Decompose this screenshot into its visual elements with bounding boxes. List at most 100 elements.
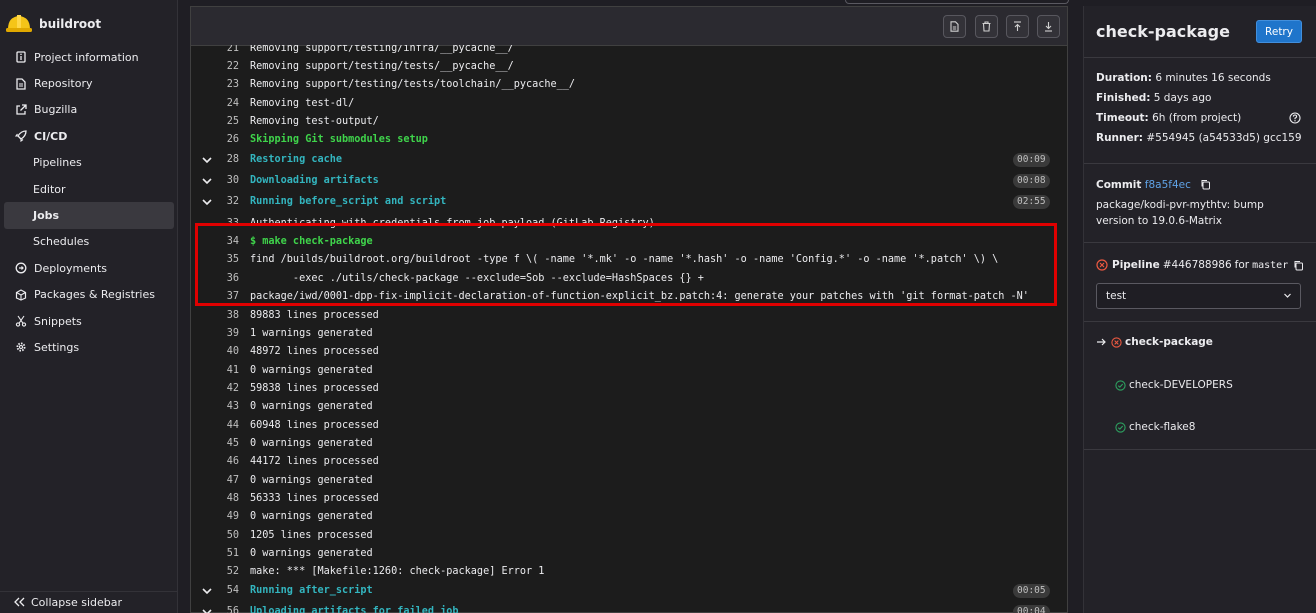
- log-line-text: Restoring cache: [250, 154, 343, 165]
- log-line-text: 0 warnings generated: [250, 365, 373, 376]
- log-line-text: Removing support/testing/tests/toolchain…: [250, 79, 576, 90]
- log-line: 24 Removing test-dl/: [191, 95, 1067, 113]
- chevron-down-icon[interactable]: [201, 151, 213, 169]
- runner-label: Runner:: [1096, 132, 1144, 144]
- log-line-number[interactable]: 50: [215, 527, 239, 545]
- collapse-sidebar-button[interactable]: Collapse sidebar: [0, 591, 177, 613]
- retry-button[interactable]: Retry: [1256, 20, 1302, 43]
- external-link-icon: [14, 103, 28, 117]
- log-line-number[interactable]: 41: [215, 362, 239, 380]
- log-line-number[interactable]: 43: [215, 398, 239, 416]
- log-line-number[interactable]: 38: [215, 307, 239, 325]
- log-line-number[interactable]: 22: [215, 58, 239, 76]
- arrow-down-icon: [1045, 22, 1052, 32]
- sidebar-item-project-information[interactable]: Project information: [4, 44, 174, 70]
- pipeline-id-link[interactable]: #446788986: [1163, 259, 1232, 271]
- log-section-header[interactable]: 32 Running before_script and script 02:55: [191, 193, 1067, 211]
- sidebar-item-repository[interactable]: Repository: [4, 70, 174, 96]
- divider: [1084, 242, 1316, 243]
- duration-label: Duration:: [1096, 72, 1152, 84]
- log-line-number[interactable]: 42: [215, 380, 239, 398]
- log-line-number[interactable]: 51: [215, 545, 239, 563]
- erase-log-button[interactable]: [975, 15, 998, 38]
- sidebar-item-label: Settings: [34, 340, 80, 354]
- sidebar-item-cicd[interactable]: CI/CD: [4, 123, 174, 149]
- log-line-text: 1 warnings generated: [250, 328, 373, 339]
- log-line: 48 56333 lines processed: [191, 490, 1067, 508]
- sidebar-nav: Project information Repository Bugzilla …: [4, 44, 174, 361]
- status-failed-icon: [1096, 259, 1108, 271]
- pipeline-branch[interactable]: master: [1252, 260, 1288, 271]
- log-line-text: Running after_script: [250, 585, 373, 596]
- log-line-number[interactable]: 44: [215, 417, 239, 435]
- log-line-number[interactable]: 48: [215, 490, 239, 508]
- sidebar-item-editor[interactable]: Editor: [4, 176, 174, 202]
- log-section-header[interactable]: 30 Downloading artifacts 00:08: [191, 172, 1067, 190]
- sidebar-item-packages-registries[interactable]: Packages & Registries: [4, 282, 174, 308]
- finished-label: Finished:: [1096, 92, 1151, 104]
- log-line-text: $ make check-package: [250, 236, 373, 247]
- scroll-to-top-button[interactable]: [1006, 15, 1029, 38]
- log-line-number[interactable]: 34: [215, 233, 239, 251]
- log-line-number[interactable]: 37: [215, 288, 239, 306]
- log-line-number[interactable]: 35: [215, 251, 239, 269]
- chevron-down-icon[interactable]: [201, 582, 213, 600]
- log-line-number[interactable]: 45: [215, 435, 239, 453]
- log-line: 34 $ make check-package: [191, 233, 1067, 251]
- log-line-number[interactable]: 47: [215, 472, 239, 490]
- trash-icon: [982, 21, 991, 32]
- job-log-output: 21 Removing support/testing/infra/__pycac…: [191, 45, 1067, 613]
- log-line-number[interactable]: 56: [215, 603, 239, 613]
- chevron-down-icon[interactable]: [201, 193, 213, 211]
- log-line-number[interactable]: 21: [215, 45, 239, 58]
- log-section-header[interactable]: 54 Running after_script 00:05: [191, 582, 1067, 600]
- log-section-header[interactable]: 56 Uploading artifacts for failed job 00:0…: [191, 603, 1067, 613]
- scroll-to-bottom-button[interactable]: [1037, 15, 1060, 38]
- copy-icon[interactable]: [1200, 179, 1211, 190]
- duration-row: Duration: 6 minutes 16 seconds: [1096, 72, 1271, 84]
- log-line: 33 Authenticating with credentials from j…: [191, 215, 1067, 233]
- raw-document-icon: [950, 21, 959, 32]
- project-brand[interactable]: buildroot: [6, 10, 101, 38]
- show-raw-button[interactable]: [943, 15, 966, 38]
- sidebar-item-schedules[interactable]: Schedules: [4, 229, 174, 255]
- question-circle-icon[interactable]: [1289, 112, 1301, 124]
- job-list-item-current[interactable]: check-package: [1096, 336, 1213, 348]
- chevron-down-icon[interactable]: [201, 172, 213, 190]
- stage-select[interactable]: test: [1096, 283, 1301, 309]
- project-name: buildroot: [39, 17, 102, 31]
- log-line-number[interactable]: 24: [215, 95, 239, 113]
- log-line: 26 Skipping Git submodules setup: [191, 131, 1067, 149]
- commit-label: Commit: [1096, 179, 1142, 191]
- job-list-item[interactable]: check-flake8: [1115, 421, 1195, 433]
- log-line-number[interactable]: 23: [215, 76, 239, 94]
- commit-sha-link[interactable]: f8a5f4ec: [1145, 179, 1191, 191]
- log-line-number[interactable]: 28: [215, 151, 239, 169]
- log-line-number[interactable]: 46: [215, 453, 239, 471]
- log-section-header[interactable]: 28 Restoring cache 00:09: [191, 151, 1067, 169]
- sidebar-item-settings[interactable]: Settings: [4, 334, 174, 360]
- sidebar-item-pipelines[interactable]: Pipelines: [4, 150, 174, 176]
- section-duration-badge: 02:55: [1013, 195, 1050, 209]
- log-line-number[interactable]: 26: [215, 131, 239, 149]
- chevron-down-icon[interactable]: [201, 603, 213, 613]
- log-line-number[interactable]: 30: [215, 172, 239, 190]
- copy-icon[interactable]: [1293, 260, 1304, 271]
- log-line-number[interactable]: 39: [215, 325, 239, 343]
- log-line-number[interactable]: 54: [215, 582, 239, 600]
- log-line-number[interactable]: 25: [215, 113, 239, 131]
- sidebar-item-deployments[interactable]: Deployments: [4, 255, 174, 281]
- log-line-number[interactable]: 32: [215, 193, 239, 211]
- finished-row: Finished: 5 days ago: [1096, 92, 1211, 104]
- top-search-field[interactable]: [845, 0, 1069, 4]
- log-line-number[interactable]: 36: [215, 270, 239, 288]
- sidebar-item-snippets[interactable]: Snippets: [4, 308, 174, 334]
- log-line-number[interactable]: 52: [215, 563, 239, 581]
- log-line-number[interactable]: 33: [215, 215, 239, 233]
- log-line-number[interactable]: 40: [215, 343, 239, 361]
- sidebar-item-jobs[interactable]: Jobs: [4, 202, 174, 229]
- sidebar-item-bugzilla[interactable]: Bugzilla: [4, 97, 174, 123]
- log-line: 38 89883 lines processed: [191, 307, 1067, 325]
- job-list-item[interactable]: check-DEVELOPERS: [1115, 379, 1233, 391]
- log-line-number[interactable]: 49: [215, 508, 239, 526]
